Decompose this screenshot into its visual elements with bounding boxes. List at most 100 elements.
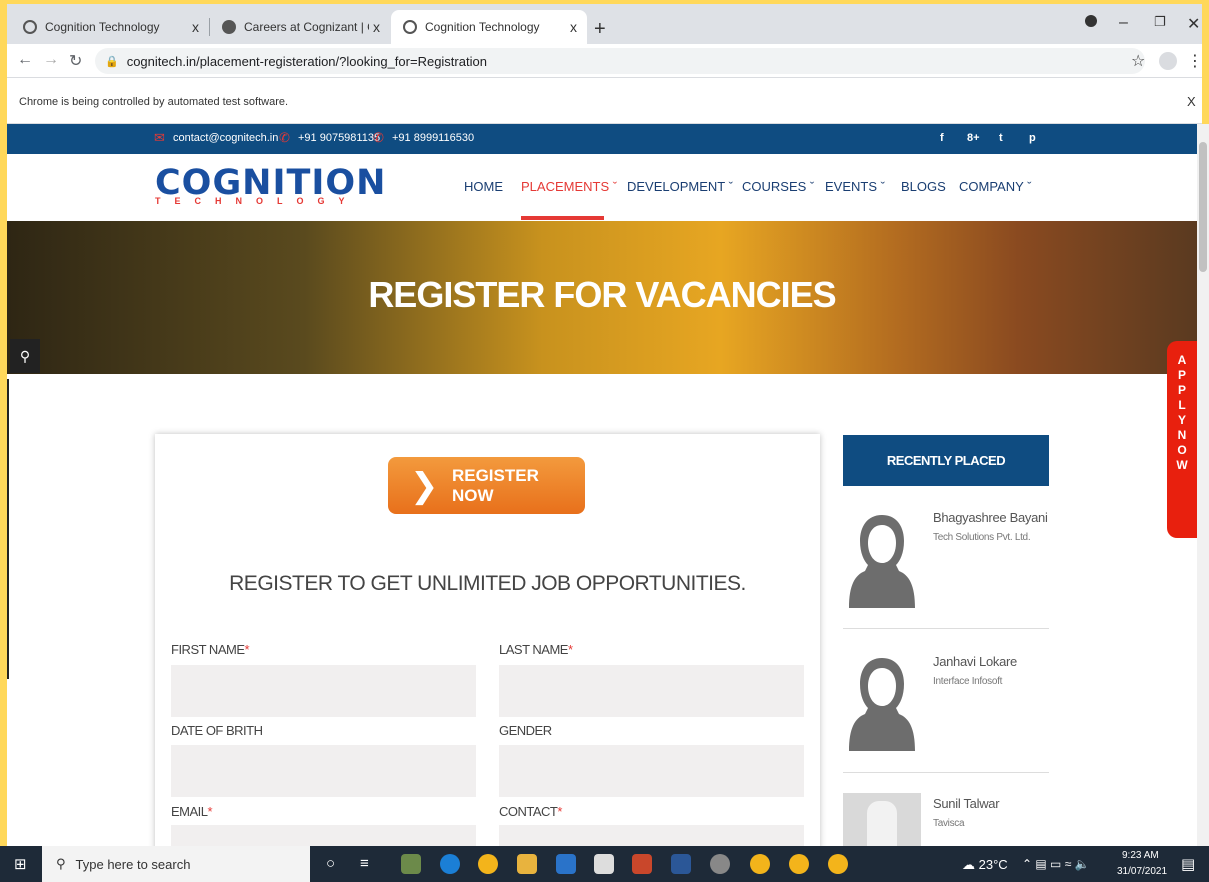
powerpoint-icon[interactable]: [632, 854, 652, 874]
word-icon[interactable]: [671, 854, 691, 874]
tab-title: Cognition Technology: [45, 20, 160, 34]
search-placeholder: Type here to search: [75, 856, 191, 872]
phone-icon: ✆: [279, 130, 290, 145]
window-close-icon[interactable]: ✕: [1187, 14, 1200, 34]
profile-avatar-icon[interactable]: [1159, 52, 1177, 70]
menu-label: EVENTS: [825, 179, 878, 194]
edge-icon[interactable]: [440, 854, 460, 874]
label-text: LAST NAME: [499, 642, 568, 657]
web-page: ✉ contact@cognitech.in ✆ +91 9075981135 …: [7, 124, 1197, 846]
url-text: cognitech.in/placement-registeration/?lo…: [126, 53, 487, 69]
browser-toolbar: ← → ↻ 🔒 cognitech.in/placement-registera…: [7, 44, 1203, 78]
gender-label: GENDER: [499, 723, 552, 738]
new-tab-button[interactable]: +: [594, 18, 606, 41]
tab-title: Cognition Technology: [425, 20, 540, 34]
female-avatar-icon: [849, 658, 915, 751]
profile-indicator-icon[interactable]: [1085, 15, 1097, 27]
weather-widget[interactable]: ☁ 23°C: [962, 857, 1008, 873]
menu-events[interactable]: EVENTS ˇ: [825, 179, 885, 194]
divider: [843, 772, 1049, 773]
facebook-icon[interactable]: f: [940, 132, 944, 144]
menu-home[interactable]: HOME: [464, 179, 503, 194]
app-icon[interactable]: [401, 854, 421, 874]
restore-icon[interactable]: ❐: [1154, 14, 1166, 30]
hero-title: REGISTER FOR VACANCIES: [368, 274, 836, 315]
last-name-field[interactable]: [499, 665, 804, 717]
recently-placed-header: RECENTLY PLACED: [843, 435, 1049, 486]
placed-person-name: Janhavi Lokare: [933, 654, 1017, 669]
email-label: EMAIL*: [171, 804, 213, 819]
taskbar-search-box[interactable]: ⚲ Type here to search: [42, 846, 310, 882]
chevron-down-icon: ˇ: [728, 179, 733, 194]
tab-close-icon[interactable]: x: [373, 19, 380, 35]
tab-close-icon[interactable]: x: [570, 19, 577, 35]
address-bar[interactable]: 🔒 cognitech.in/placement-registeration/?…: [95, 48, 1145, 74]
infobar-close-icon[interactable]: X: [1187, 94, 1196, 109]
page-scrollbar[interactable]: [1197, 124, 1209, 846]
cortana-icon[interactable]: ○: [326, 855, 335, 872]
chrome-icon[interactable]: [478, 854, 498, 874]
chrome-icon[interactable]: [750, 854, 770, 874]
settings-gear-icon[interactable]: [710, 854, 730, 874]
menu-label: DEVELOPMENT: [627, 179, 726, 194]
contact-phone-1[interactable]: +91 9075981135: [298, 132, 380, 144]
browser-tab-3-active[interactable]: Cognition Technology x: [391, 10, 587, 44]
gender-field[interactable]: [499, 745, 804, 797]
contact-email[interactable]: contact@cognitech.in: [173, 132, 278, 144]
more-menu-icon[interactable]: ⋮: [1187, 51, 1203, 71]
reload-icon[interactable]: ↻: [69, 51, 82, 71]
site-logo-tagline: TECHNOLOGY: [155, 196, 359, 206]
contact-phone-2[interactable]: +91 8999116530: [392, 132, 474, 144]
google-plus-icon[interactable]: 8+: [967, 132, 980, 144]
label-text: CONTACT: [499, 804, 558, 819]
minimize-icon[interactable]: –: [1119, 14, 1128, 32]
browser-tab-1[interactable]: Cognition Technology x: [11, 10, 209, 44]
back-icon[interactable]: ←: [17, 51, 33, 69]
label-text: EMAIL: [171, 804, 208, 819]
menu-label: COMPANY: [959, 179, 1024, 194]
chrome-icon[interactable]: [828, 854, 848, 874]
tray-icons[interactable]: ⌃ ▤ ▭ ≈ 🔈: [1022, 857, 1090, 871]
forward-icon[interactable]: →: [43, 51, 59, 69]
browser-tab-2[interactable]: Careers at Cognizant | Cognizant x: [210, 10, 390, 44]
menu-placements[interactable]: PLACEMENTS ˇ: [521, 179, 617, 194]
infobar-message: Chrome is being controlled by automated …: [19, 96, 289, 108]
menu-development[interactable]: DEVELOPMENT ˇ: [627, 179, 733, 194]
apply-now-label: APPLY NOW: [1176, 353, 1190, 472]
file-explorer-icon[interactable]: [517, 854, 537, 874]
menu-courses[interactable]: COURSES ˇ: [742, 179, 814, 194]
hero-banner: REGISTER FOR VACANCIES: [7, 221, 1197, 374]
twitter-icon[interactable]: t: [999, 132, 1003, 144]
register-now-label: REGISTER NOW: [451, 465, 539, 505]
menu-label: PLACEMENTS: [521, 179, 610, 194]
windows-taskbar: ⊞ ⚲ Type here to search ○ ≡ ☁ 23°C ⌃ ▤ ▭…: [0, 846, 1209, 882]
pinterest-icon[interactable]: p: [1029, 132, 1036, 144]
scrollbar-thumb[interactable]: [1199, 142, 1207, 272]
dob-field[interactable]: [171, 745, 476, 797]
first-name-field[interactable]: [171, 665, 476, 717]
menu-blogs[interactable]: BLOGS: [901, 179, 946, 194]
mail-app-icon[interactable]: [556, 854, 576, 874]
task-view-icon[interactable]: ≡: [360, 855, 369, 872]
email-field[interactable]: [171, 825, 476, 846]
windows-start-icon[interactable]: ⊞: [14, 855, 27, 873]
accessibility-tool-icon[interactable]: ⚲: [10, 339, 40, 373]
clock-date[interactable]: 31/07/2021: [1117, 866, 1167, 877]
phone-icon: ✆: [373, 130, 384, 145]
menu-label: COURSES: [742, 179, 807, 194]
tab-close-icon[interactable]: x: [192, 19, 199, 35]
store-icon[interactable]: [594, 854, 614, 874]
site-logo[interactable]: COGNITION: [155, 166, 386, 201]
notifications-icon[interactable]: ▤: [1181, 855, 1195, 873]
first-name-label: FIRST NAME*: [171, 642, 250, 657]
contact-field[interactable]: [499, 825, 804, 846]
chevron-down-icon: ˇ: [1027, 179, 1032, 194]
bookmark-star-icon[interactable]: ☆: [1131, 51, 1145, 71]
menu-company[interactable]: COMPANY ˇ: [959, 179, 1032, 194]
apply-now-tab[interactable]: APPLY NOW: [1167, 341, 1197, 538]
chevron-down-icon: ˇ: [612, 179, 618, 194]
automation-infobar: Chrome is being controlled by automated …: [7, 78, 1202, 124]
register-now-button[interactable]: ❯ REGISTER NOW: [388, 457, 585, 514]
chrome-icon[interactable]: [789, 854, 809, 874]
clock-time[interactable]: 9:23 AM: [1122, 850, 1159, 861]
